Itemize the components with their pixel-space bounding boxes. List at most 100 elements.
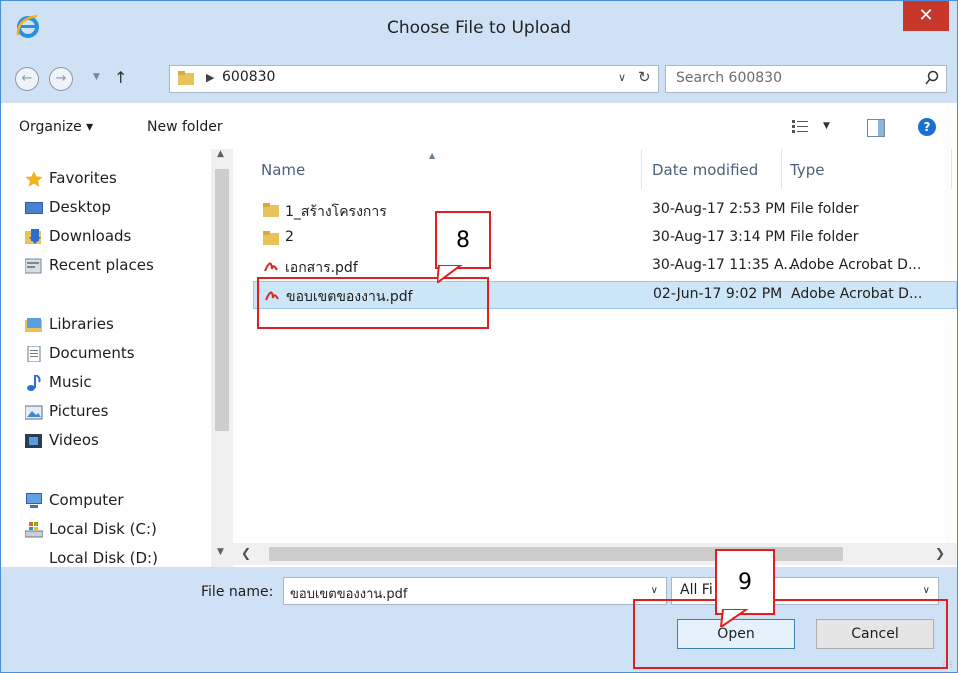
nav-videos[interactable]: Videos: [25, 431, 99, 449]
nav-computer[interactable]: Computer: [26, 491, 124, 509]
nav-label: Favorites: [49, 169, 117, 187]
nav-label: Downloads: [49, 227, 132, 245]
refresh-icon[interactable]: ↻: [638, 68, 651, 86]
file-date: 02-Jun-17 9:02 PM: [653, 286, 783, 302]
column-divider[interactable]: [641, 149, 642, 189]
column-divider[interactable]: [951, 149, 952, 189]
column-header-type[interactable]: Type: [790, 161, 824, 179]
file-date: 30-Aug-17 3:14 PM: [652, 229, 786, 245]
nav-label: Documents: [49, 344, 135, 362]
column-divider[interactable]: [781, 149, 782, 189]
breadcrumb-path[interactable]: 600830: [222, 69, 275, 85]
new-folder-button[interactable]: New folder: [147, 119, 223, 135]
nav-music[interactable]: Music: [27, 373, 92, 391]
step-9-callout: 9: [715, 549, 775, 615]
column-header-date[interactable]: Date modified: [652, 161, 758, 179]
computer-icon: [26, 493, 42, 508]
file-type: Adobe Acrobat D...: [790, 257, 922, 273]
close-button[interactable]: ✕: [903, 1, 949, 31]
videos-icon: [25, 434, 42, 448]
nav-pictures[interactable]: Pictures: [25, 402, 109, 420]
libraries-icon: [25, 318, 42, 332]
recent-places-icon: [25, 258, 42, 274]
pictures-icon: [25, 405, 43, 420]
sort-ascending-icon: ▲: [429, 151, 436, 160]
nav-label: Videos: [49, 431, 99, 449]
view-dropdown-icon[interactable]: ▼: [823, 121, 830, 131]
file-date: 30-Aug-17 2:53 PM: [652, 201, 786, 217]
nav-label: Computer: [49, 491, 124, 509]
navigation-scrollbar[interactable]: ▲ ▼: [211, 149, 233, 567]
recent-locations-dropdown[interactable]: ▼: [93, 72, 100, 82]
scroll-left-icon[interactable]: ❮: [241, 546, 251, 560]
folder-icon: [263, 203, 279, 217]
documents-icon: [27, 346, 41, 362]
music-icon: [27, 375, 41, 391]
callout-pointer-icon: [437, 265, 463, 283]
file-row[interactable]: 1_สร้างโครงการ 30-Aug-17 2:53 PM File fo…: [253, 197, 957, 225]
file-upload-dialog: Choose File to Upload ✕ ← → ▼ ↑ ▶ 600830…: [0, 0, 958, 673]
organize-button[interactable]: Organize ▾: [19, 119, 93, 135]
highlight-selected-file: [257, 277, 489, 329]
scroll-up-icon[interactable]: ▲: [217, 149, 224, 159]
nav-label: Recent places: [49, 256, 154, 274]
nav-documents[interactable]: Documents: [27, 344, 135, 362]
star-icon: [25, 171, 43, 187]
address-dropdown[interactable]: ∨: [618, 71, 626, 84]
nav-favorites[interactable]: Favorites: [25, 169, 117, 187]
view-options-icon[interactable]: [792, 120, 810, 134]
navigation-pane: Favorites Desktop Downloads Recent place…: [1, 149, 233, 567]
command-toolbar: Organize ▾ New folder ▼ ?: [1, 103, 957, 150]
file-name-label: File name:: [201, 584, 274, 600]
file-date: 30-Aug-17 11:35 A...: [652, 257, 797, 273]
scroll-right-icon[interactable]: ❯: [935, 546, 945, 560]
nav-desktop[interactable]: Desktop: [25, 198, 111, 216]
address-row: ← → ▼ ↑ ▶ 600830 ∨ ↻ Search 600830: [1, 55, 957, 103]
search-icon[interactable]: [924, 70, 940, 86]
file-type: File folder: [790, 229, 859, 245]
file-list: Name ▲ Date modified Type 1_สร้างโครงการ…: [233, 149, 957, 543]
search-input[interactable]: Search 600830: [665, 65, 947, 93]
address-bar[interactable]: ▶ 600830 ∨ ↻: [169, 65, 659, 93]
file-type-value: All Fi: [680, 582, 713, 598]
nav-label: Music: [49, 373, 92, 391]
scrollbar-thumb[interactable]: [215, 169, 229, 431]
highlight-open-button: [633, 599, 948, 669]
nav-label: Desktop: [49, 198, 111, 216]
back-button[interactable]: ←: [15, 67, 39, 91]
help-icon[interactable]: ?: [918, 118, 936, 136]
title-bar[interactable]: Choose File to Upload ✕: [1, 1, 957, 55]
horizontal-scrollbar[interactable]: ❮ ❯: [233, 543, 957, 565]
dialog-title: Choose File to Upload: [386, 18, 572, 38]
preview-pane-icon[interactable]: [867, 119, 885, 137]
chevron-down-icon[interactable]: ∨: [923, 585, 930, 596]
column-label: Date modified: [652, 161, 759, 179]
windows-drive-icon: [25, 522, 43, 538]
nav-local-disk-c[interactable]: Local Disk (C:): [25, 520, 157, 538]
nav-local-disk-d[interactable]: Local Disk (D:): [49, 549, 158, 567]
nav-recent-places[interactable]: Recent places: [25, 256, 154, 274]
folder-icon: [178, 71, 194, 85]
file-name-field[interactable]: ขอบเขตของงาน.pdf ∨: [283, 577, 667, 605]
scroll-down-icon[interactable]: ▼: [217, 547, 224, 557]
up-button[interactable]: ↑: [114, 68, 127, 87]
nav-label: Local Disk (D:): [49, 549, 158, 567]
forward-button[interactable]: →: [49, 67, 73, 91]
column-header-name[interactable]: Name: [261, 161, 305, 179]
nav-libraries[interactable]: Libraries: [25, 315, 114, 333]
nav-downloads[interactable]: Downloads: [25, 227, 132, 245]
step-8-callout: 8: [435, 211, 491, 269]
file-row[interactable]: 2 30-Aug-17 3:14 PM File folder: [253, 225, 957, 253]
callout-pointer-icon: [719, 609, 749, 627]
column-label: Name: [261, 161, 306, 179]
breadcrumb-separator: ▶: [206, 71, 215, 84]
nav-label: Libraries: [49, 315, 114, 333]
chevron-down-icon[interactable]: ∨: [651, 585, 658, 596]
file-type: Adobe Acrobat D...: [791, 286, 923, 302]
file-name-value: ขอบเขตของงาน.pdf: [290, 587, 408, 602]
downloads-icon: [25, 229, 41, 244]
desktop-icon: [25, 202, 43, 214]
file-name: เอกสาร.pdf: [285, 260, 358, 276]
nav-label: Pictures: [49, 402, 109, 420]
file-name: 1_สร้างโครงการ: [285, 204, 387, 220]
